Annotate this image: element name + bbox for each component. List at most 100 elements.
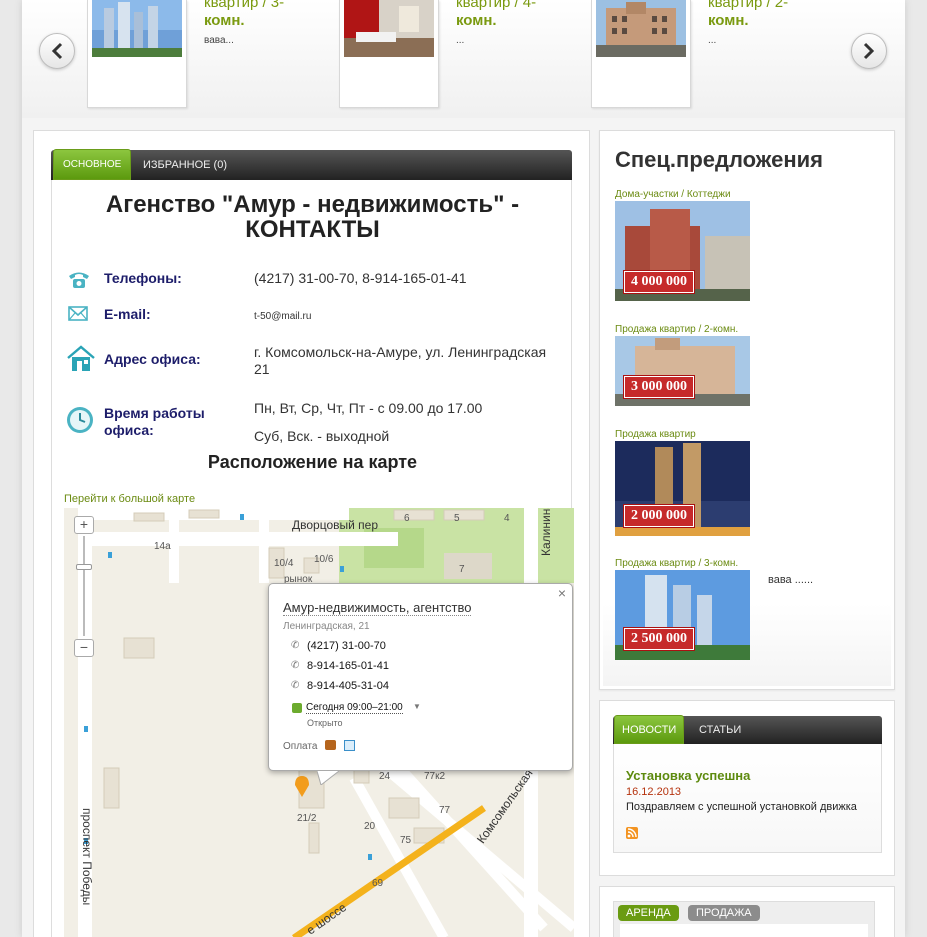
zoom-in-button[interactable]: + (74, 516, 94, 534)
email-icon (68, 306, 88, 321)
chevron-left-icon (51, 42, 63, 60)
house-number: 14а (154, 541, 171, 552)
card-payment-icon (344, 740, 355, 751)
offer-photo[interactable]: 4 000 000 (615, 201, 750, 301)
hours-label: Время работы офиса: (104, 405, 205, 438)
zoom-track (83, 536, 85, 636)
house-number: 10/6 (314, 554, 334, 565)
contacts-content: Агенство "Амур - недвижимость" - КОНТАКТЫ… (51, 180, 574, 937)
email-value[interactable]: t-50@mail.ru (254, 308, 311, 325)
interior-photo (344, 0, 434, 57)
slider-item-title[interactable]: квартир / 4- комн. (456, 0, 566, 30)
slider-item[interactable]: квартир / 4- комн. ... (339, 0, 569, 110)
building-photo (92, 0, 182, 57)
slider-item-desc: ... (708, 35, 717, 46)
clock-icon (67, 407, 93, 433)
offer-photo[interactable]: 2 500 000 (615, 570, 750, 660)
balloon-phone: 8-914-405-31-04 (307, 680, 389, 692)
offer-photo[interactable]: 3 000 000 (615, 336, 750, 406)
offer-price-badge: 3 000 000 (624, 376, 694, 398)
map-zoom-control: + − (74, 516, 94, 661)
balloon-phone: (4217) 31-00-70 (307, 640, 386, 652)
tab-sale[interactable]: ПРОДАЖА (688, 905, 760, 921)
offer-category-link[interactable]: Дома-участки / Коттеджи (615, 189, 731, 200)
balloon-phone: 8-914-165-01-41 (307, 660, 389, 672)
phone-icon: ✆ (291, 660, 300, 671)
zoom-slider-handle[interactable] (76, 564, 92, 570)
email-label: E-mail: (104, 306, 151, 322)
special-offers-heading: Спец.предложения (615, 147, 824, 172)
balloon-pointer (317, 771, 339, 785)
slider-item-thumbnail[interactable] (591, 0, 691, 108)
cash-payment-icon (325, 740, 336, 750)
house-number: 24 (379, 771, 391, 782)
news-panel: НОВОСТИ СТАТЬИ Установка успешна 16.12.2… (599, 700, 895, 876)
slider-item-title[interactable]: квартир / 2- комн. (708, 0, 818, 30)
offer-category-link[interactable]: Продажа квартир / 2-комн. (615, 324, 738, 335)
news-title-link[interactable]: Установка успешна (626, 768, 750, 783)
balloon-hours-dropdown[interactable]: Сегодня 09:00–21:00 (306, 702, 403, 714)
phones-label: Телефоны: (104, 270, 182, 286)
house-number: 20 (364, 821, 376, 832)
slider-item[interactable]: квартир / 3- комн. вава... (87, 0, 317, 110)
balloon-title[interactable]: Амур-недвижимость, агентство (283, 600, 472, 616)
rent-sale-content (620, 924, 868, 937)
offer-category-link[interactable]: Продажа квартир / 3-комн. (615, 558, 738, 569)
slider-item-thumbnail[interactable] (339, 0, 439, 108)
rss-icon[interactable] (626, 827, 638, 839)
slider-item-thumbnail[interactable] (87, 0, 187, 108)
map-view[interactable]: Дворцовый пер Калинина проспект Победы К… (64, 508, 574, 937)
big-map-link[interactable]: Перейти к большой карте (64, 493, 195, 505)
street-label: проспект Победы (80, 808, 94, 906)
house-number: 5 (454, 513, 460, 524)
offer-photo[interactable]: 2 000 000 (615, 441, 750, 536)
news-date: 16.12.2013 (626, 786, 682, 798)
house-number: 77к2 (424, 771, 446, 782)
offer-category-link[interactable]: Продажа квартир (615, 429, 696, 440)
slider-item-title[interactable]: квартир / 3- комн. (204, 0, 314, 30)
zoom-out-button[interactable]: − (74, 639, 94, 657)
address-label: Адрес офиса: (104, 351, 201, 367)
hours-weekdays: Пн, Вт, Ср, Чт, Пт - с 09.00 до 17.00 (254, 400, 483, 416)
phone-icon: ✆ (291, 680, 300, 691)
house-number: 21/2 (297, 813, 317, 824)
news-body: Установка успешна 16.12.2013 Поздравляем… (613, 744, 882, 853)
close-icon[interactable]: × (558, 585, 566, 601)
tab-favorites[interactable]: ИЗБРАННОЕ (0) (134, 150, 236, 180)
offer-price-badge: 4 000 000 (624, 271, 694, 293)
house-number: 69 (372, 878, 384, 889)
slider-next-button[interactable] (851, 33, 887, 69)
calendar-icon (292, 703, 302, 713)
page-title: Агенство "Амур - недвижимость" - КОНТАКТЫ (105, 191, 520, 243)
news-tabs: НОВОСТИ СТАТЬИ (613, 715, 882, 744)
house-number: 7 (459, 564, 465, 575)
house-number: 10/4 (274, 558, 294, 569)
special-offers-panel: Спец.предложения Дома-участки / Коттеджи… (599, 130, 895, 690)
house-number: 6 (404, 513, 410, 524)
news-text: Поздравляем с успешной установкой движка (626, 801, 857, 813)
house-number: 4 (504, 513, 510, 524)
phone-icon (69, 272, 89, 288)
special-offers-inner: Спец.предложения Дома-участки / Коттеджи… (603, 134, 891, 686)
street-label: Калинина (539, 508, 553, 556)
slider-item[interactable]: квартир / 2- комн. ... (591, 0, 821, 110)
rent-sale-panel: АРЕНДА ПРОДАЖА (599, 886, 895, 937)
office-address-icon (67, 345, 95, 371)
phones-value: (4217) 31-00-70, 8-914-165-01-41 (254, 270, 467, 286)
tab-news[interactable]: НОВОСТИ (614, 715, 685, 744)
tab-rent[interactable]: АРЕНДА (618, 905, 679, 921)
slider-item-desc: ... (456, 35, 465, 46)
hours-weekend: Суб, Вск. - выходной (254, 428, 390, 444)
map-info-balloon: × Амур-недвижимость, агентство Ленинград… (268, 583, 573, 785)
slider-prev-button[interactable] (39, 33, 75, 69)
map-heading: Расположение на карте (207, 452, 418, 472)
tab-articles[interactable]: СТАТЬИ (692, 716, 748, 744)
balloon-status: Открыто (307, 718, 343, 728)
balloon-payment-label: Оплата (283, 741, 318, 752)
rent-sale-box: АРЕНДА ПРОДАЖА (613, 901, 875, 937)
chevron-right-icon (863, 42, 875, 60)
house-number: 77 (439, 805, 451, 816)
tab-main[interactable]: ОСНОВНОЕ (53, 149, 132, 180)
house-number: 75 (400, 835, 412, 846)
content-tabs: ОСНОВНОЕ ИЗБРАННОЕ (0) (51, 149, 572, 180)
